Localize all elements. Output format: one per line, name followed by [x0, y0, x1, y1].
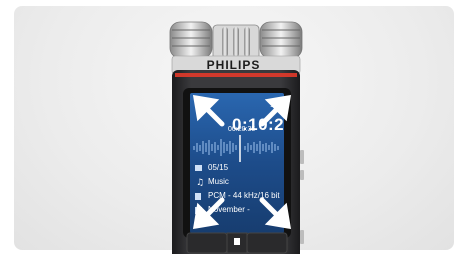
bookmark-icon [234, 238, 240, 245]
center-microphone [212, 24, 260, 62]
music-note-icon: ♫ [196, 178, 204, 188]
side-button [300, 170, 304, 180]
brand-logo: PHILIPS [206, 58, 261, 72]
record-led-strip [175, 73, 297, 77]
left-microphone [169, 21, 213, 59]
format-icon [195, 193, 201, 200]
left-softkey [186, 232, 228, 254]
right-microphone [259, 21, 303, 59]
screen-audio-format: PCM - 44 kHz/16 bit [208, 191, 280, 200]
side-button [300, 150, 304, 164]
screen-folder-name: Music [208, 177, 229, 186]
screen-date: November - [208, 205, 250, 214]
right-softkey [246, 232, 288, 254]
side-button [300, 230, 304, 244]
screen-total-time: 00:20:35 [228, 126, 256, 133]
screen-file-number: 05/15 [208, 163, 229, 172]
file-icon [195, 165, 202, 171]
screen-counter: 14 [270, 100, 279, 109]
